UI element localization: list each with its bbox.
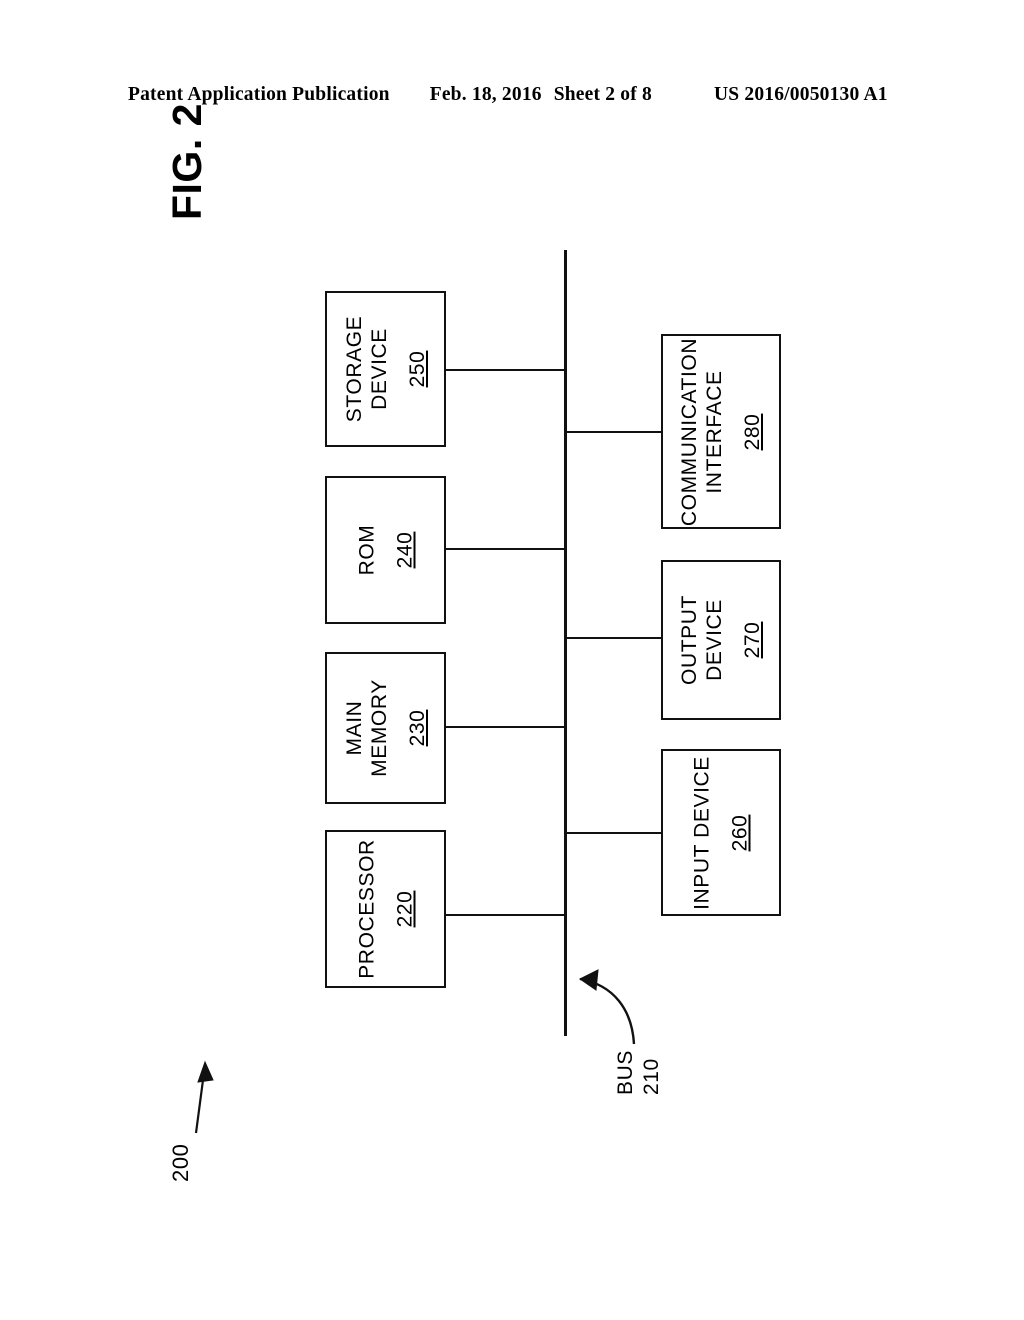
node-processor-label-line-1: PROCESSOR (355, 839, 378, 979)
connector-processor-to-bus (446, 914, 566, 917)
bus-callout-ref: 210 (640, 1058, 663, 1095)
connector-memory-to-bus (446, 726, 566, 729)
node-storage-device-label-line-2: DEVICE (367, 328, 391, 410)
connector-storage-to-bus (446, 369, 566, 372)
node-rom[interactable]: ROM 240 (325, 476, 446, 624)
node-storage-device-content: STORAGE DEVICE 250 (342, 316, 430, 423)
node-communication-interface-ref: 280 (741, 413, 764, 450)
system-ref-callout: 200 (168, 1143, 194, 1182)
node-main-memory[interactable]: MAIN MEMORY 230 (325, 652, 446, 804)
bus-callout-label: BUS (614, 1050, 637, 1095)
node-rom-label-line-1: ROM (355, 524, 378, 576)
system-leader-arrowhead (197, 1060, 214, 1083)
node-storage-device-ref: 250 (405, 350, 429, 388)
node-processor[interactable]: PROCESSOR 220 (325, 830, 446, 988)
node-rom-content: ROM 240 (354, 525, 417, 576)
node-rom-ref: 240 (393, 531, 416, 569)
node-communication-interface-content: COMMUNICATION INTERFACE 280 (677, 337, 765, 525)
node-main-memory-label-line-1: MAIN (342, 700, 366, 756)
node-storage-device-label-line-1: STORAGE (342, 315, 366, 423)
connector-bus-to-output (564, 637, 662, 640)
node-main-memory-content: MAIN MEMORY 230 (342, 679, 430, 777)
node-storage-device[interactable]: STORAGE DEVICE 250 (325, 291, 446, 447)
node-output-device[interactable]: OUTPUT DEVICE 270 (661, 560, 781, 720)
bus-callout-ref-wrap: 210 (640, 1058, 664, 1095)
node-main-memory-label-line-2: MEMORY (367, 679, 391, 777)
bus-callout: BUS (612, 1050, 639, 1095)
node-communication-interface-label-line-2: INTERFACE (703, 369, 726, 494)
node-input-device[interactable]: INPUT DEVICE 260 (661, 749, 781, 916)
connector-bus-to-comm (564, 431, 662, 434)
node-communication-interface-label-line-1: COMMUNICATION (678, 337, 701, 526)
leader-lines-overlay (194, 969, 636, 1134)
bus-line (564, 250, 568, 1036)
node-main-memory-ref: 230 (405, 709, 429, 747)
system-ref-label: 200 (168, 1143, 193, 1182)
figure-title: FIG. 2 (164, 103, 210, 220)
node-communication-interface[interactable]: COMMUNICATION INTERFACE 280 (661, 334, 781, 529)
node-processor-ref: 220 (393, 890, 416, 928)
node-input-device-ref: 260 (728, 814, 752, 851)
figure-canvas: FIG. 2 STORAGE DEVICE 250 ROM 240 MAIN M… (0, 0, 1024, 1320)
bus-leader-arrowhead (579, 969, 599, 991)
node-output-device-label-line-1: OUTPUT (678, 595, 701, 685)
node-input-device-label-line-1: INPUT DEVICE (690, 755, 714, 910)
node-processor-content: PROCESSOR 220 (354, 839, 417, 979)
node-output-device-label-line-2: DEVICE (703, 599, 726, 681)
bus-leader-curve (579, 977, 636, 1045)
node-output-device-content: OUTPUT DEVICE 270 (677, 595, 765, 685)
system-leader-line (194, 1079, 205, 1134)
connector-bus-to-input (564, 832, 662, 835)
node-output-device-ref: 270 (741, 621, 764, 659)
connector-rom-to-bus (446, 548, 566, 551)
node-input-device-content: INPUT DEVICE 260 (690, 756, 753, 910)
